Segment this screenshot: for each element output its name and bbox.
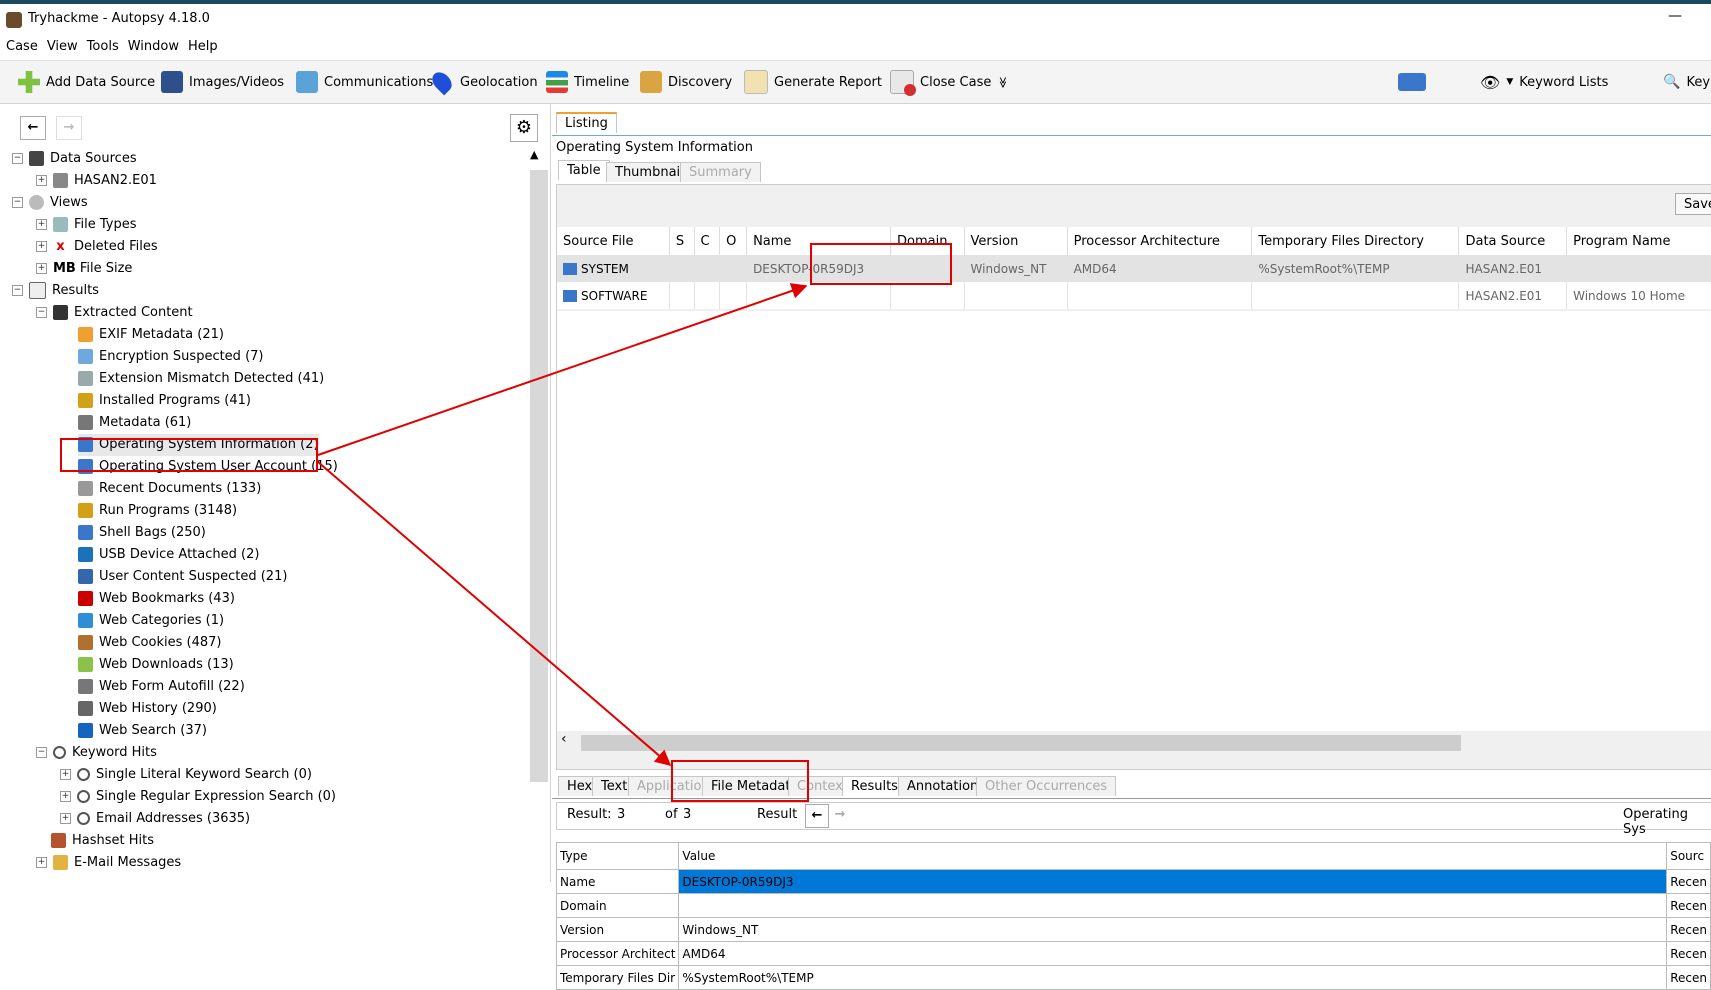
table-row[interactable]: Temporary Files Dir %SystemRoot%\TEMP Rece… — [555, 965, 1711, 990]
arrow-to-result — [317, 461, 672, 767]
table-cell — [678, 893, 1668, 918]
table-cell: Recen — [1666, 893, 1711, 918]
table-cell: AMD64 — [678, 941, 1668, 966]
table-cell: Version — [555, 917, 680, 942]
table-cell: Domain — [555, 893, 680, 918]
arrow-to-listing — [317, 283, 808, 456]
table-cell: Processor Architect — [555, 941, 680, 966]
table-cell: Temporary Files Dir — [555, 965, 680, 990]
table-cell: Recen — [1666, 917, 1711, 942]
annotation-arrows — [317, 283, 808, 767]
table-row[interactable]: Processor Architect AMD64 Recen — [555, 941, 1711, 966]
table-cell: Windows_NT — [678, 917, 1668, 942]
table-cell: Recen — [1666, 965, 1711, 990]
table-row[interactable]: Domain Recen — [555, 893, 1711, 918]
table-cell: %SystemRoot%\TEMP — [678, 965, 1668, 990]
results-body: Name DESKTOP-0R59DJ3 Recen Domain Recen Versi… — [555, 869, 1711, 990]
table-cell: Recen — [1666, 941, 1711, 966]
table-row[interactable]: Version Windows_NT Recen — [555, 917, 1711, 942]
